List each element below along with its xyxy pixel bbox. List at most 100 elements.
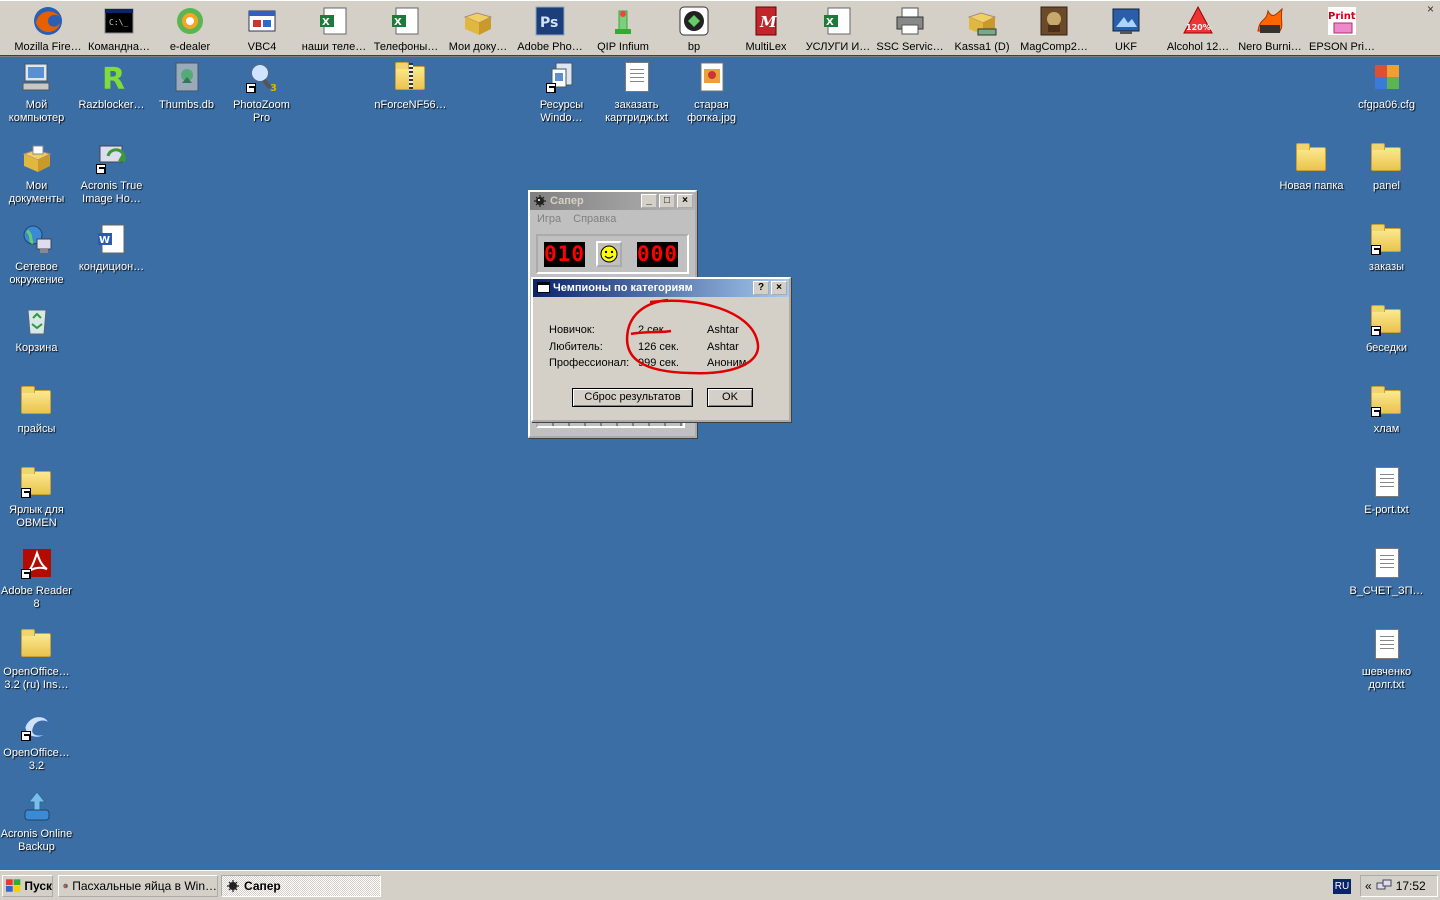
desktop-icon-label: хлам <box>1373 423 1400 435</box>
desktop-icon-praysy[interactable]: прайсы <box>0 385 74 436</box>
toolbar-item-firefox[interactable]: Mozilla Fire… <box>12 2 84 54</box>
start-button[interactable]: Пуск <box>2 875 53 897</box>
desktop-icon-my-documents[interactable]: Мои документы <box>0 142 74 206</box>
toolbar-item-label: Мои доку… <box>448 41 508 53</box>
toolbar-item-nero[interactable]: Nero Burni… <box>1234 2 1306 54</box>
desktop-icon-v-schet-zp[interactable]: В_СЧЕТ_ЗП… <box>1349 547 1424 598</box>
desktop-icon-label: Acronis Online Backup <box>0 828 73 853</box>
taskbar-button-firefox[interactable]: Пасхальные яйца в Win… <box>58 875 218 897</box>
desktop-icon-cfgpa06[interactable]: cfgpa06.cfg <box>1349 61 1424 112</box>
toolbar-item-magcomp[interactable]: MagComp2… <box>1018 2 1090 54</box>
toolbar-item-alcohol[interactable]: 120% Alcohol 12… <box>1162 2 1234 54</box>
desktop-icon-razblocker[interactable]: R Razblocker… <box>74 61 149 112</box>
desktop-icon-nforce[interactable]: nForceNF56… <box>373 61 448 112</box>
desktop-icon-label: кондицион… <box>78 261 145 273</box>
toolbar-item-e-dealer[interactable]: e-dealer <box>154 2 226 54</box>
shortcut-arrow-icon <box>95 164 106 174</box>
toolbar-item-nashi-tele[interactable]: X наши теле… <box>298 2 370 54</box>
player-name: Ashtar <box>707 324 739 336</box>
desktop-icon-recycle-bin[interactable]: Корзина <box>0 304 74 355</box>
desktop-icon-label: Новая папка <box>1279 180 1344 192</box>
toolbar-item-my-documents[interactable]: Мои доку… <box>442 2 514 54</box>
toolbar-close-icon[interactable]: × <box>1427 2 1434 16</box>
folder-icon <box>20 385 53 417</box>
minesweeper-titlebar[interactable]: Сапер _ □ × <box>530 192 695 210</box>
toolbar-item-label: Телефоны… <box>373 41 439 53</box>
toolbar-item-vbc4[interactable]: VBC4 <box>226 2 298 54</box>
zip-folder-icon <box>394 61 427 93</box>
desktop-icon-acronis-online-backup[interactable]: Acronis Online Backup <box>0 790 74 854</box>
desktop-icon-openoffice-installer[interactable]: OpenOffice… 3.2 (ru) Ins… <box>0 628 74 692</box>
shortcut-arrow-icon <box>1370 326 1381 336</box>
network-tray-icon[interactable] <box>1376 878 1392 894</box>
desktop-icon-adobe-reader[interactable]: Adobe Reader 8 <box>0 547 74 611</box>
desktop-icon-staraya-fotka[interactable]: старая фотка.jpg <box>674 61 749 125</box>
printer-icon <box>896 7 924 35</box>
menu-game[interactable]: Игра <box>537 210 561 228</box>
desktop-icon-resources-windows[interactable]: Ресурсы Windo… <box>524 61 599 125</box>
toolbar-item-ukf[interactable]: UKF <box>1090 2 1162 54</box>
desktop-icon-panel[interactable]: panel <box>1349 142 1424 193</box>
tray-expand-icon[interactable]: « <box>1365 879 1372 893</box>
maximize-button[interactable]: □ <box>659 194 675 208</box>
desktop-icon-shevchenko-dolg[interactable]: шевченко долг.txt <box>1349 628 1424 692</box>
excel-icon: X <box>320 7 347 35</box>
toolbar-item-label: UKF <box>1115 41 1137 53</box>
dialog-titlebar[interactable]: Чемпионы по категориям ? × <box>533 279 789 297</box>
svg-text:Ps: Ps <box>540 15 558 31</box>
desktop-icon-e-port[interactable]: E-port.txt <box>1349 466 1424 517</box>
svg-text:Print: Print <box>1328 11 1356 22</box>
clock[interactable]: 17:52 <box>1396 879 1426 893</box>
toolbar-item-label: QIP Infium <box>597 41 649 53</box>
desktop-icon-obmen-shortcut[interactable]: Ярлык для OBMEN <box>0 466 74 530</box>
desktop-icon-kondicion[interactable]: W кондицион… <box>74 223 149 274</box>
shortcut-arrow-icon <box>245 83 256 93</box>
desktop-icon-novaya-papka[interactable]: Новая папка <box>1274 142 1349 193</box>
desktop-icon-acronis-true-image[interactable]: Acronis True Image Ho… <box>74 142 149 206</box>
dialog-close-button[interactable]: × <box>771 281 787 295</box>
ok-button[interactable]: OK <box>707 388 753 407</box>
toolbar-item-bp[interactable]: bp <box>658 2 730 54</box>
desktop-icon-label: Корзина <box>15 342 58 354</box>
svg-text:W: W <box>99 235 110 246</box>
toolbar-item-photoshop[interactable]: Ps Adobe Pho… <box>514 2 586 54</box>
toolbar-item-multilex[interactable]: M MultiLex <box>730 2 802 54</box>
desktop-icon-my-computer[interactable]: Мой компьютер <box>0 61 74 125</box>
desktop-icon-label: OpenOffice… 3.2 (ru) Ins… <box>3 666 70 691</box>
toolbar-item-telefony[interactable]: X Телефоны… <box>370 2 442 54</box>
desktop-icon-label: Thumbs.db <box>158 99 215 111</box>
shortcut-arrow-icon <box>20 569 31 579</box>
toolbar-item-uslugi[interactable]: X УСЛУГИ И… <box>802 2 874 54</box>
close-button[interactable]: × <box>677 194 693 208</box>
new-game-button[interactable] <box>596 241 622 267</box>
desktop-icon-hlam[interactable]: хлам <box>1349 385 1424 436</box>
reset-scores-button[interactable]: Сброс результатов <box>572 388 693 407</box>
toolbar-item-label: наши теле… <box>301 41 367 53</box>
taskbar-button-minesweeper[interactable]: Сапер <box>221 875 381 897</box>
red-circle-annotation <box>625 298 760 375</box>
desktop-icon-label: OpenOffice… 3.2 <box>3 747 70 772</box>
toolbar-item-epson[interactable]: Print EPSON Pri… <box>1306 2 1378 54</box>
desktop-icon-thumbs-db[interactable]: Thumbs.db <box>149 61 224 112</box>
desktop-icon-openoffice[interactable]: OpenOffice… 3.2 <box>0 709 74 773</box>
smiley-face-icon <box>600 245 618 263</box>
language-indicator[interactable]: RU <box>1333 879 1351 894</box>
desktop-icon-label: старая фотка.jpg <box>687 99 736 124</box>
shortcut-arrow-icon <box>1370 245 1381 255</box>
desktop-icon-label: Adobe Reader 8 <box>1 585 72 610</box>
toolbar-item-ssc-service[interactable]: SSC Servic… <box>874 2 946 54</box>
minimize-button[interactable]: _ <box>641 194 657 208</box>
player-name: Ashtar <box>707 341 739 353</box>
desktop-icon-photozoom[interactable]: 3 PhotoZoom Pro <box>224 61 299 125</box>
desktop-icon-label: беседки <box>1365 342 1408 354</box>
desktop-icon-network[interactable]: Сетевое окружение <box>0 223 74 287</box>
toolbar-item-command-prompt[interactable]: C:\_ Командна… <box>83 2 155 54</box>
config-file-icon <box>1374 65 1399 89</box>
desktop-icon-zakazat-kartridzh[interactable]: заказать картридж.txt <box>599 61 674 125</box>
desktop-icon-besedki[interactable]: беседки <box>1349 304 1424 355</box>
toolbar-item-kassa1[interactable]: Kassa1 (D) <box>946 2 1018 54</box>
menu-help[interactable]: Справка <box>573 210 616 228</box>
help-button[interactable]: ? <box>753 281 769 295</box>
desktop-icon-zakazy[interactable]: заказы <box>1349 223 1424 274</box>
toolbar-item-qip[interactable]: QIP Infium <box>587 2 659 54</box>
